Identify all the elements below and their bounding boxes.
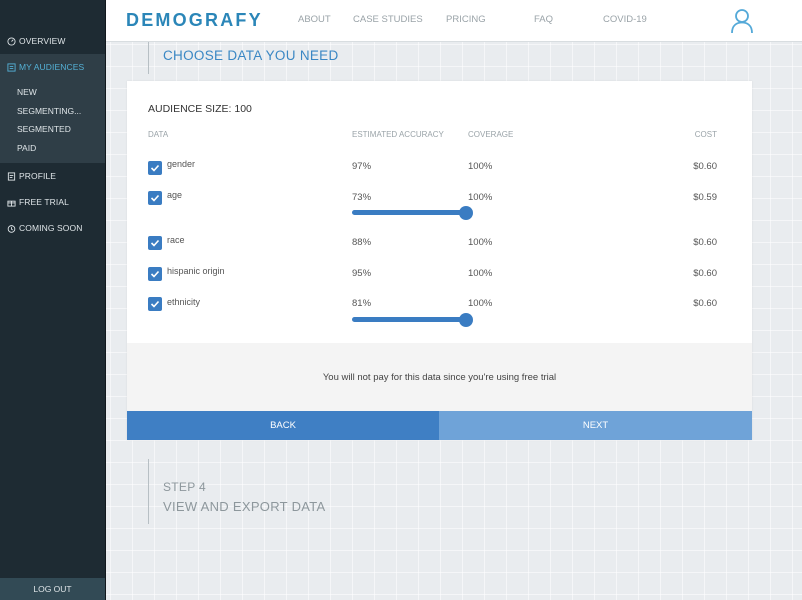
accuracy-slider-ethnicity[interactable] (352, 312, 473, 327)
sidebar-subitem-segmented[interactable]: SEGMENTED (0, 120, 105, 139)
checkbox-race[interactable] (148, 236, 162, 250)
checkmark-icon (150, 239, 160, 247)
step-divider (148, 459, 149, 524)
sidebar-item-coming-soon[interactable]: COMING SOON (0, 215, 105, 241)
checkbox-ethnicity[interactable] (148, 297, 162, 311)
checkbox-hispanic-origin[interactable] (148, 267, 162, 281)
sidebar-subitem-paid[interactable]: PAID (0, 139, 105, 158)
coverage-gender: 100% (468, 161, 493, 172)
logo[interactable]: DEMOGRAFY (126, 10, 263, 31)
accuracy-age: 73% (352, 192, 372, 203)
gift-icon (6, 197, 16, 207)
row-label-gender: gender (167, 159, 196, 169)
coverage-age: 100% (468, 192, 493, 203)
coverage-ethnicity: 100% (468, 298, 493, 309)
coverage-race: 100% (468, 237, 493, 248)
column-header-accuracy: ESTIMATED ACCURACY (352, 130, 444, 139)
cost-ethnicity: $0.60 (693, 298, 717, 309)
sidebar: OVERVIEW MY AUDIENCES NEW SEGMENTING... … (0, 0, 106, 600)
user-icon[interactable] (730, 8, 754, 34)
column-header-coverage: COVERAGE (468, 130, 514, 139)
sidebar-item-label: OVERVIEW (19, 36, 66, 46)
audiences-submenu: NEW SEGMENTING... SEGMENTED PAID (0, 80, 105, 163)
coverage-hispanic-origin: 100% (468, 268, 493, 279)
sidebar-subitem-segmenting[interactable]: SEGMENTING... (0, 102, 105, 121)
nav-covid-19[interactable]: COVID-19 (603, 14, 647, 25)
list-icon (6, 62, 16, 72)
accuracy-race: 88% (352, 237, 372, 248)
cost-hispanic-origin: $0.60 (693, 268, 717, 279)
checkmark-icon (150, 164, 160, 172)
profile-icon (6, 171, 16, 181)
column-header-cost: COST (694, 130, 717, 139)
accuracy-gender: 97% (352, 161, 372, 172)
logout-button[interactable]: LOG OUT (0, 578, 105, 600)
cost-age: $0.59 (693, 192, 717, 203)
row-label-race: race (167, 235, 185, 245)
cost-race: $0.60 (693, 237, 717, 248)
sidebar-item-my-audiences[interactable]: MY AUDIENCES (0, 54, 105, 80)
step-title: CHOOSE DATA YOU NEED (163, 48, 339, 63)
sidebar-subitem-new[interactable]: NEW (0, 83, 105, 102)
accuracy-ethnicity: 81% (352, 298, 372, 309)
checkbox-gender[interactable] (148, 161, 162, 175)
nav-faq[interactable]: FAQ (534, 14, 553, 25)
step-number: STEP 4 (163, 480, 206, 494)
sidebar-item-profile[interactable]: PROFILE (0, 163, 105, 189)
nav-case-studies[interactable]: CASE STUDIES (353, 14, 423, 25)
cost-gender: $0.60 (693, 161, 717, 172)
row-label-age: age (167, 190, 183, 200)
sidebar-item-overview[interactable]: OVERVIEW (0, 28, 105, 54)
accuracy-slider-age[interactable] (352, 205, 473, 220)
column-header-data: DATA (148, 130, 169, 139)
checkmark-icon (150, 300, 160, 308)
sidebar-item-free-trial[interactable]: FREE TRIAL (0, 189, 105, 215)
back-button[interactable]: BACK (127, 411, 439, 440)
step-divider (148, 42, 149, 74)
next-button[interactable]: NEXT (439, 411, 752, 440)
top-navigation: DEMOGRAFY ABOUT CASE STUDIES PRICING FAQ… (106, 0, 802, 42)
nav-about[interactable]: ABOUT (298, 14, 331, 25)
step-title: VIEW AND EXPORT DATA (163, 499, 326, 514)
sidebar-item-label: PROFILE (19, 171, 57, 181)
checkbox-age[interactable] (148, 191, 162, 205)
accuracy-hispanic-origin: 95% (352, 268, 372, 279)
clock-icon (6, 223, 16, 233)
slider-handle[interactable] (459, 205, 473, 220)
data-selection-card: AUDIENCE SIZE: 100 DATA ESTIMATED ACCURA… (127, 81, 752, 440)
nav-pricing[interactable]: PRICING (446, 14, 486, 25)
sidebar-item-label: FREE TRIAL (19, 197, 69, 207)
row-label-ethnicity: ethnicity (167, 297, 201, 307)
audience-size: AUDIENCE SIZE: 100 (148, 103, 252, 115)
free-trial-notice: You will not pay for this data since you… (127, 343, 752, 411)
checkmark-icon (150, 194, 160, 202)
sidebar-item-label: COMING SOON (19, 223, 83, 233)
row-label-hispanic-origin: hispanic origin (167, 266, 225, 276)
slider-handle[interactable] (459, 312, 473, 327)
dashboard-icon (6, 36, 16, 46)
checkmark-icon (150, 270, 160, 278)
sidebar-item-label: MY AUDIENCES (19, 62, 85, 72)
